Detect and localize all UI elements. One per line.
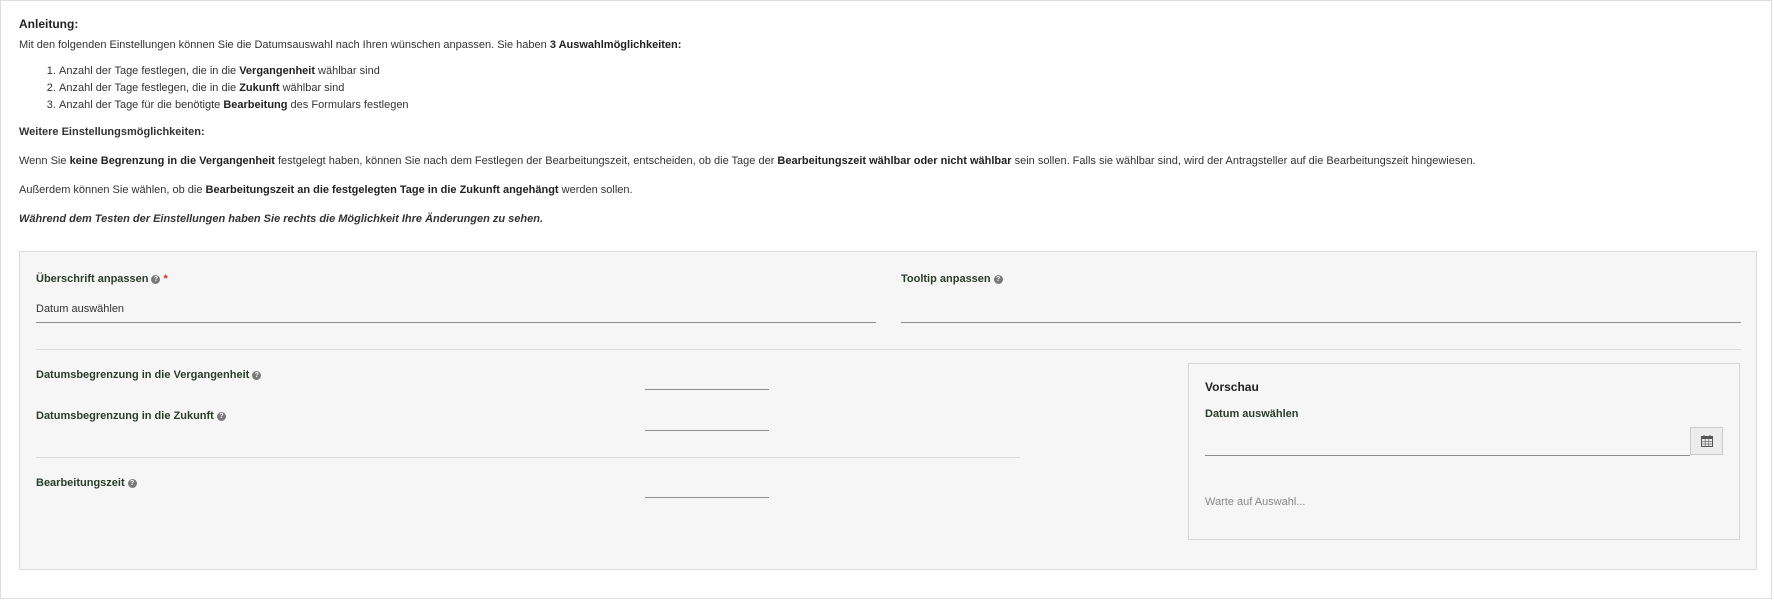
instructions-section: Anleitung: Mit den folgenden Einstellung… [19, 17, 1759, 227]
processing-time-label: Bearbeitungszeit? [36, 477, 137, 489]
help-icon[interactable]: ? [252, 371, 262, 380]
preview-date-input[interactable] [1205, 427, 1690, 456]
list-item: Anzahl der Tage für die benötigte Bearbe… [59, 97, 1759, 114]
calendar-button[interactable] [1690, 427, 1723, 455]
preview-field-label: Datum auswählen [1205, 408, 1299, 420]
divider [36, 457, 1020, 458]
help-icon[interactable]: ? [127, 479, 137, 488]
instructions-note: Während dem Testen der Einstellungen hab… [19, 213, 544, 225]
preview-status-text: Warte auf Auswahl... [1205, 496, 1306, 508]
processing-time-input[interactable] [645, 480, 769, 498]
instructions-paragraph-future: Außerdem können Sie wählen, ob die Bearb… [19, 184, 633, 196]
list-item: Anzahl der Tage festlegen, die in die Zu… [59, 80, 1759, 97]
help-icon[interactable]: ? [151, 275, 161, 284]
instructions-steps: Anzahl der Tage festlegen, die in die Ve… [19, 63, 1759, 114]
past-limit-label: Datumsbegrenzung in die Vergangenheit? [36, 369, 262, 381]
heading-input[interactable] [36, 301, 876, 323]
instructions-intro: Mit den folgenden Einstellungen können S… [19, 39, 682, 51]
list-item: Anzahl der Tage festlegen, die in die Ve… [59, 63, 1759, 80]
preview-title: Vorschau [1205, 380, 1259, 394]
divider [36, 349, 1741, 350]
page-frame: Anleitung: Mit den folgenden Einstellung… [0, 0, 1772, 599]
future-limit-input[interactable] [645, 413, 769, 431]
instructions-paragraph-past: Wenn Sie keine Begrenzung in die Vergang… [19, 155, 1476, 167]
future-limit-label: Datumsbegrenzung in die Zukunft? [36, 410, 226, 422]
help-icon[interactable]: ? [216, 412, 226, 421]
heading-field-label: Überschrift anpassen? * [36, 273, 168, 285]
instructions-title: Anleitung: [19, 17, 79, 31]
settings-panel: Überschrift anpassen?* Tooltip anpassen?… [19, 251, 1757, 570]
tooltip-input[interactable] [901, 301, 1741, 323]
help-icon[interactable]: ? [993, 275, 1003, 284]
calendar-icon [1700, 435, 1713, 447]
past-limit-input[interactable] [645, 372, 769, 390]
required-marker: * [163, 273, 168, 285]
tooltip-field-label: Tooltip anpassen? [901, 273, 1003, 285]
preview-box: Vorschau Datum auswählen Warte auf Auswa… [1188, 363, 1740, 540]
further-settings-title: Weitere Einstellungsmöglichkeiten: [19, 126, 205, 138]
